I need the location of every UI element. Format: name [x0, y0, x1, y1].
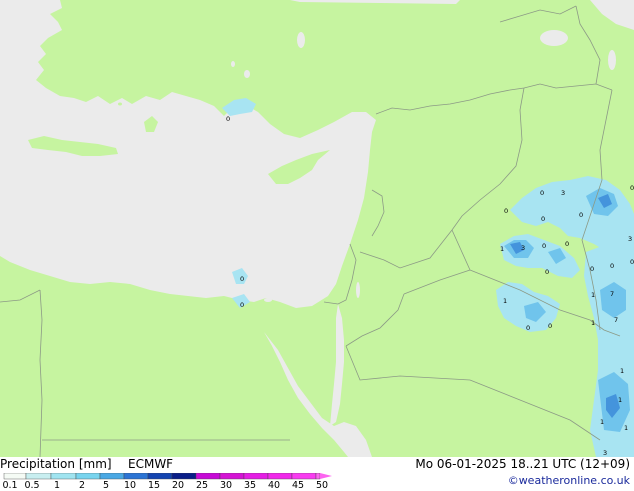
- precip-label: 3: [521, 244, 525, 252]
- precip-label: 1: [503, 297, 507, 305]
- scale-tick-label: 1: [53, 480, 61, 491]
- precip-label: 0: [548, 322, 552, 330]
- map-area: 0 0 0 0 3 0 0 0 1 3 0 0 0 3 0 0 0 7 1 0 …: [0, 0, 634, 457]
- precip-label: 0: [579, 211, 583, 219]
- scale-tick-label: 0.5: [24, 480, 40, 491]
- scale-tick-label: 2: [78, 480, 86, 491]
- precip-label: 0: [240, 275, 244, 283]
- scale-swatch: [99, 473, 125, 480]
- precip-label: 0: [504, 207, 508, 215]
- scale-tick-label: 35: [243, 480, 257, 491]
- scale-swatch: [219, 473, 245, 480]
- precip-label: 0: [610, 262, 614, 270]
- precip-label: 3: [628, 235, 632, 243]
- lake-tuz: [297, 32, 305, 48]
- precip-label: 1: [500, 245, 504, 253]
- precip-label: 0: [630, 258, 634, 266]
- precip-label: 1: [600, 418, 604, 426]
- scale-tick-label: 30: [219, 480, 233, 491]
- precip-label: 7: [614, 316, 618, 324]
- model-name: ECMWF: [128, 457, 174, 471]
- scale-swatch: [123, 473, 149, 480]
- precip-label: 0: [545, 268, 549, 276]
- scale-tick-label: 20: [171, 480, 185, 491]
- precipitation-map: 0 0 0 0 3 0 0 0 1 3 0 0 0 3 0 0 0 7 1 0 …: [0, 0, 634, 457]
- precip-label: 0: [526, 324, 530, 332]
- credit-link[interactable]: ©weatheronline.co.uk: [508, 474, 630, 487]
- scale-swatch: [147, 473, 173, 480]
- dead-sea: [356, 282, 360, 298]
- scale-tick-label: 25: [195, 480, 209, 491]
- scale-swatch: [3, 473, 27, 480]
- nile-lake: [264, 298, 272, 302]
- scale-swatch: [171, 473, 197, 480]
- scale-tick-label: 5: [102, 480, 110, 491]
- precip-label: 1: [618, 396, 622, 404]
- precip-label: 0: [590, 265, 594, 273]
- color-scale-bar: [3, 473, 332, 480]
- precip-label: 0: [540, 189, 544, 197]
- precip-label: 0: [226, 115, 230, 123]
- scale-tick-label: 40: [267, 480, 281, 491]
- lake-van: [540, 30, 568, 46]
- precip-label: 3: [561, 189, 565, 197]
- scale-tick-label: 0.1: [2, 480, 18, 491]
- scale-swatch: [267, 473, 293, 480]
- scale-arrow: [320, 473, 332, 479]
- forecast-datetime: Mo 06-01-2025 18..21 UTC (12+09): [415, 457, 630, 471]
- scale-swatch: [315, 473, 321, 480]
- scale-swatch: [25, 473, 52, 480]
- lake-2: [231, 61, 235, 67]
- precip-label: 0: [542, 242, 546, 250]
- precip-label: 1: [624, 424, 628, 432]
- precip-label: 1: [591, 319, 595, 327]
- scale-tick-label: 15: [147, 480, 161, 491]
- scale-swatch: [243, 473, 269, 480]
- scale-tick-label: 45: [291, 480, 305, 491]
- precip-label: 0: [565, 240, 569, 248]
- scale-tick-label: 50: [315, 480, 329, 491]
- precip-label: 1: [591, 291, 595, 299]
- scale-tick-label: 10: [123, 480, 137, 491]
- precip-label: 7: [610, 290, 614, 298]
- scale-swatch: [50, 473, 77, 480]
- precip-label: 1: [620, 367, 624, 375]
- lake-urmia: [608, 50, 616, 70]
- precip-label: 3: [603, 449, 607, 457]
- scale-swatch: [291, 473, 317, 480]
- scale-swatch: [75, 473, 101, 480]
- precip-label: 0: [240, 301, 244, 309]
- map-title: Precipitation [mm]: [0, 457, 112, 471]
- precip-label: 0: [630, 184, 634, 192]
- precip-label: 0: [541, 215, 545, 223]
- scale-swatch: [195, 473, 221, 480]
- lake-1: [244, 70, 250, 78]
